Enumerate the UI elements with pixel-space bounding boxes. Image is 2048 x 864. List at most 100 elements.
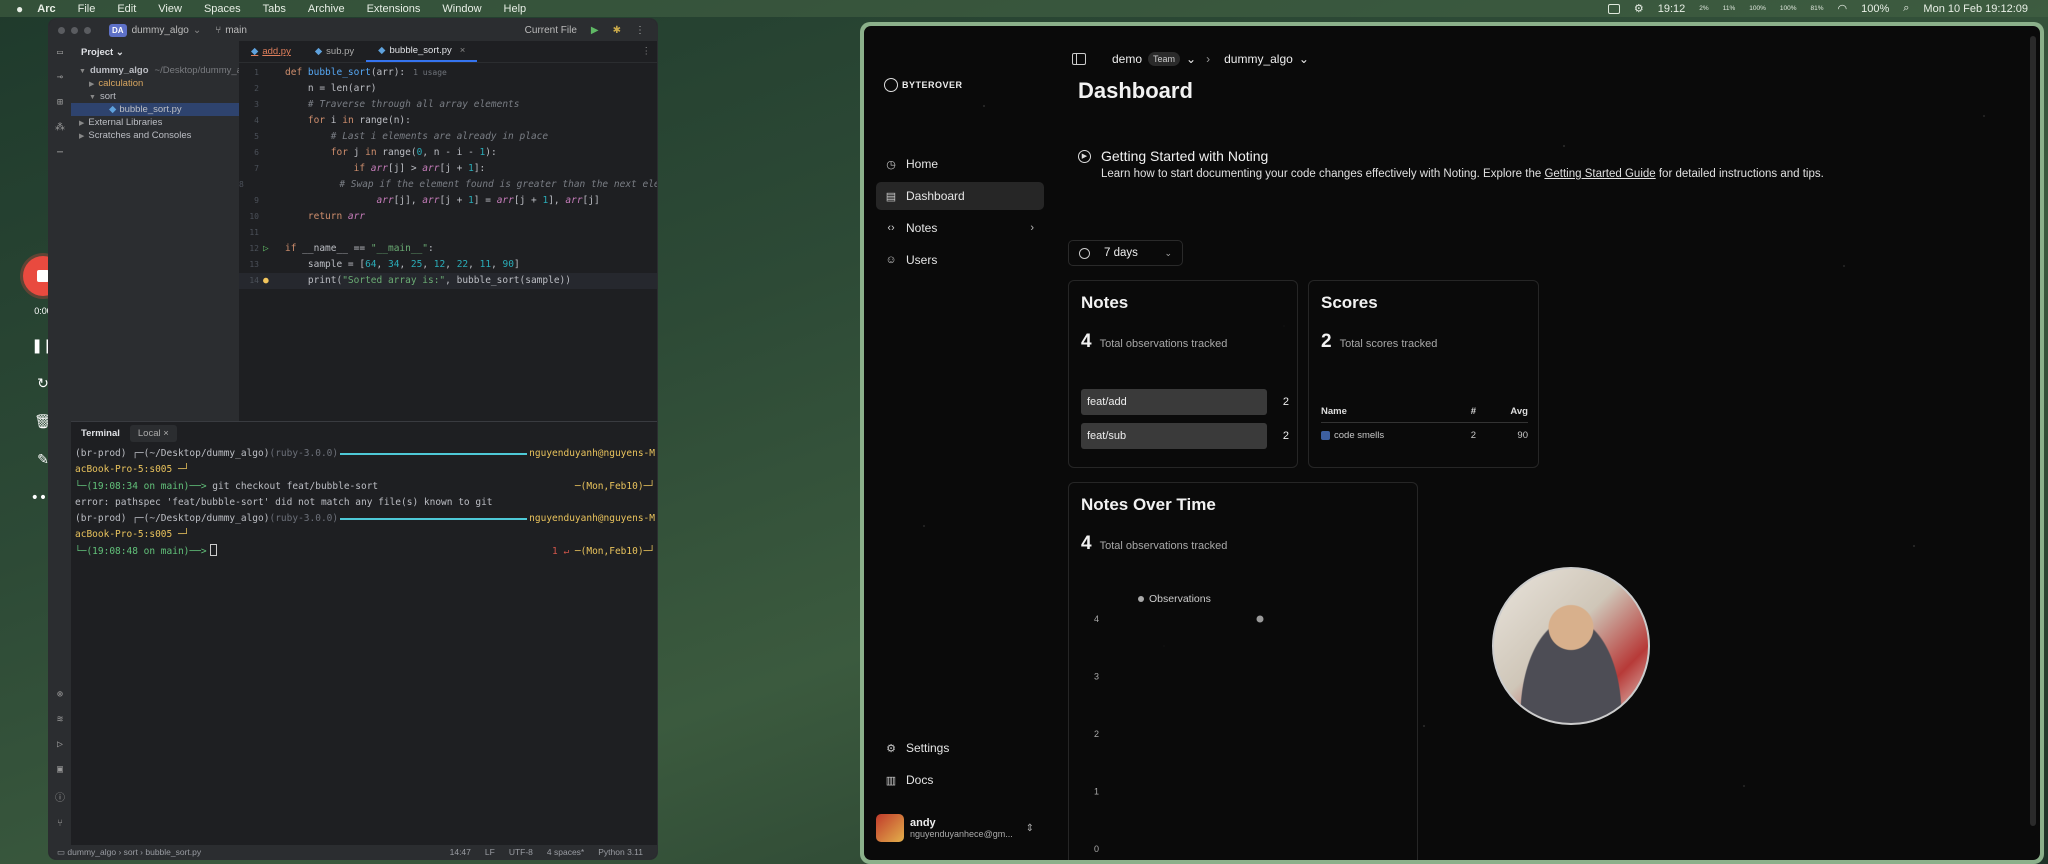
python-file-icon: ◆ (109, 104, 117, 115)
tree-item-calculation[interactable]: ▶ calculation (71, 77, 239, 90)
line-ending[interactable]: LF (485, 847, 495, 857)
search-icon[interactable]: ⌕ (1903, 2, 1909, 15)
python-packages-icon[interactable]: ⊚ (57, 689, 63, 700)
chevron-right-icon: › (1030, 222, 1034, 234)
wifi-icon[interactable]: ◠ (1838, 2, 1848, 15)
sidebar-toggle-icon[interactable] (1072, 53, 1086, 65)
menu-window[interactable]: Window (442, 3, 481, 15)
run-gutter-icon[interactable]: ▷ (263, 243, 269, 254)
menubar-clock: 19:12 (1657, 2, 1686, 15)
status-bar: ▭ dummy_algo › sort › bubble_sort.py 14:… (49, 845, 657, 859)
sidebar: BYTEROVER ◷ Home ▤ Dashboard ‹› Notes › ☺ Use… (864, 26, 1044, 860)
status-breadcrumb[interactable]: ▭ dummy_algo › sort › bubble_sort.py (57, 847, 201, 858)
minimize-window-button[interactable] (71, 26, 78, 34)
terminal-panel[interactable]: Terminal Local × (br-prod) ┌─(~/Desktop/… (71, 421, 657, 849)
breadcrumb: demo Team ⌄ › dummy_algo ⌄ (1072, 52, 1309, 66)
close-window-button[interactable] (58, 26, 65, 34)
gpu-stat: 11% (1722, 5, 1736, 12)
menu-file[interactable]: File (78, 3, 96, 15)
menu-archive[interactable]: Archive (308, 3, 345, 15)
menu-edit[interactable]: Edit (117, 3, 136, 15)
cursor-position[interactable]: 14:47 (450, 847, 471, 857)
git-icon[interactable]: ⑂ (57, 818, 63, 829)
folder-icon[interactable]: ▭ (57, 47, 63, 58)
lightbulb-icon[interactable]: ● (263, 275, 269, 286)
menu-tabs[interactable]: Tabs (263, 3, 286, 15)
user-menu[interactable]: andy nguyenduyanhece@gm... ⇕ (876, 814, 1044, 842)
zoom-window-button[interactable] (84, 26, 91, 34)
tab-local[interactable]: Local × (129, 424, 177, 442)
webcam-overlay[interactable] (1492, 567, 1650, 725)
run-icon[interactable]: ▶ (591, 25, 599, 36)
ide-window: DA dummy_algo ⌄ ⑂ main Current File ▶ ✱ … (48, 18, 658, 860)
chevron-down-icon[interactable]: ⌄ (1186, 52, 1196, 66)
org-selector[interactable]: demo (1112, 52, 1142, 66)
tree-item-sort[interactable]: ▼ sort (71, 90, 239, 103)
getting-started-link[interactable]: Getting Started Guide (1544, 168, 1655, 180)
sidebar-item-notes[interactable]: ‹› Notes › (876, 214, 1044, 242)
sidebar-item-home[interactable]: ◷ Home (876, 150, 1044, 178)
python-interpreter[interactable]: Python 3.11 (598, 847, 643, 857)
apple-icon[interactable]: ● (16, 2, 23, 16)
battery-label[interactable]: 100% (1861, 3, 1889, 15)
notes-bar-row[interactable]: feat/sub 2 (1081, 423, 1289, 449)
vertical-scrollbar[interactable] (2030, 36, 2036, 826)
branch-selector[interactable]: main (225, 25, 247, 36)
tab-add-py[interactable]: ◆ add.py (239, 41, 303, 62)
menubar-datetime[interactable]: Mon 10 Feb 19:12:09 (1923, 3, 2028, 15)
more-actions-icon[interactable]: ⋮ (635, 25, 645, 36)
menu-view[interactable]: View (158, 3, 182, 15)
tab-sub-py[interactable]: ◆ sub.py (303, 41, 366, 62)
project-pane-title[interactable]: Project (81, 47, 113, 58)
encoding[interactable]: UTF-8 (509, 847, 533, 857)
menu-help[interactable]: Help (504, 3, 527, 15)
terminal-icon[interactable]: ▣ (57, 764, 63, 775)
close-tab-icon[interactable]: × (460, 45, 466, 56)
sidebar-item-users[interactable]: ☺ Users (876, 246, 1044, 274)
indent-setting[interactable]: 4 spaces* (547, 847, 584, 857)
tree-item-root[interactable]: ▼ dummy_algo ~/Desktop/dummy_al (71, 64, 239, 77)
menu-spaces[interactable]: Spaces (204, 3, 241, 15)
scores-table-header: Name # Avg (1321, 401, 1528, 423)
structure-icon[interactable]: ⁂ (55, 122, 65, 133)
y-tick-label: 1 (1094, 787, 1099, 797)
project-pane: Project ⌄ ▼ dummy_algo ~/Desktop/dummy_al … (71, 41, 239, 421)
date-range-select[interactable]: 7 days ⌄ (1068, 240, 1183, 266)
run-config-selector[interactable]: Current File (525, 25, 577, 36)
table-row[interactable]: code smells 2 90 (1321, 423, 1528, 447)
commit-icon[interactable]: ⊸ (57, 72, 63, 83)
sidebar-item-docs[interactable]: ▥ Docs (876, 766, 1044, 794)
menu-extensions[interactable]: Extensions (367, 3, 421, 15)
close-tab-icon[interactable]: × (163, 428, 169, 439)
menu-app[interactable]: Arc (37, 3, 55, 15)
user-email: nguyenduyanhece@gm... (910, 829, 1013, 839)
tabs-more-icon[interactable]: ⋮ (634, 41, 658, 62)
sidebar-item-dashboard[interactable]: ▤ Dashboard (876, 182, 1044, 210)
brand-logo[interactable]: BYTEROVER (884, 78, 963, 92)
screen-record-icon[interactable] (1607, 3, 1620, 14)
ssd-stat: 100% (1749, 5, 1766, 12)
tree-item-bubble-sort[interactable]: ◆ bubble_sort.py (71, 103, 239, 116)
tree-item-external-libraries[interactable]: ▶ External Libraries (71, 116, 239, 129)
chevron-down-icon[interactable]: ⌄ (1299, 52, 1309, 66)
plugins-icon[interactable]: ⊞ (57, 97, 63, 108)
notes-bar-row[interactable]: feat/add 2 (1081, 389, 1289, 415)
gear-icon: ⚙ (886, 742, 896, 755)
project-selector[interactable]: dummy_algo (132, 25, 189, 36)
byterover-logo-icon (884, 78, 898, 92)
project-selector[interactable]: dummy_algo (1224, 52, 1293, 66)
more-tools-icon[interactable]: ⋯ (57, 147, 63, 158)
gear-icon[interactable]: ⚙ (1634, 2, 1644, 15)
sidebar-item-settings[interactable]: ⚙ Settings (876, 734, 1044, 762)
notes-bar: feat/sub (1081, 423, 1267, 449)
tab-bubble-sort-py[interactable]: ◆ bubble_sort.py × (366, 41, 478, 62)
chevron-down-icon: ⌄ (1164, 247, 1172, 258)
code-editor[interactable]: ◆ add.py ◆ sub.py ◆ bubble_sort.py × ⋮ 1 def … (239, 41, 658, 432)
sidebar-nav: ◷ Home ▤ Dashboard ‹› Notes › ☺ Users (876, 150, 1044, 278)
data-point[interactable] (1256, 615, 1264, 623)
run-tool-icon[interactable]: ▷ (57, 739, 63, 750)
problems-icon[interactable]: ⓘ (55, 789, 65, 804)
debug-icon[interactable]: ✱ (613, 25, 621, 36)
layers-icon[interactable]: ≋ (57, 714, 63, 725)
tree-item-scratches[interactable]: ▶ Scratches and Consoles (71, 129, 239, 142)
